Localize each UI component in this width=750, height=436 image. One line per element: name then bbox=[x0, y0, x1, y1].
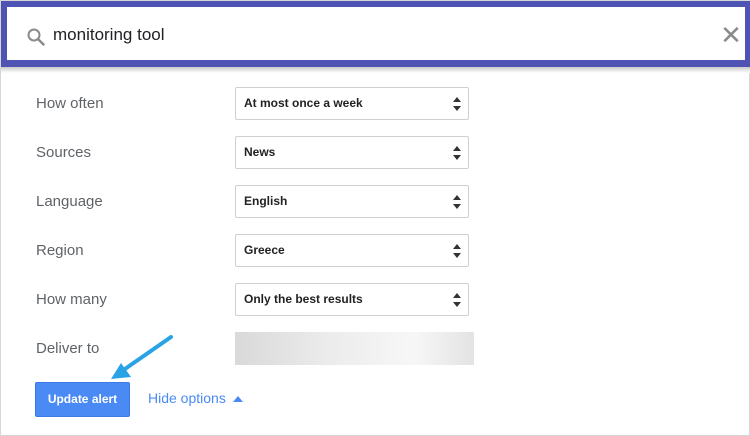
alert-options-panel: monitoring tool ✕ How often At most once… bbox=[0, 0, 750, 436]
option-label-how-many: How many bbox=[36, 291, 107, 308]
option-label-region: Region bbox=[36, 242, 84, 259]
select-arrows-icon bbox=[453, 195, 461, 209]
select-arrows-icon bbox=[453, 244, 461, 258]
caret-up-icon[interactable] bbox=[233, 396, 243, 402]
select-value: Greece bbox=[244, 243, 285, 257]
select-arrows-icon bbox=[453, 97, 461, 111]
option-label-language: Language bbox=[36, 193, 103, 210]
close-icon[interactable]: ✕ bbox=[717, 21, 745, 49]
region-select[interactable]: Greece bbox=[235, 234, 469, 267]
search-header: monitoring tool ✕ bbox=[1, 1, 750, 73]
header-shadow bbox=[1, 67, 750, 73]
select-value: Only the best results bbox=[244, 292, 363, 306]
search-input[interactable]: monitoring tool bbox=[53, 25, 165, 45]
option-label-how-often: How often bbox=[36, 95, 104, 112]
select-arrows-icon bbox=[453, 293, 461, 307]
select-value: At most once a week bbox=[244, 96, 363, 110]
pointer-arrow bbox=[111, 335, 173, 379]
option-label-deliver-to: Deliver to bbox=[36, 340, 100, 357]
sources-select[interactable]: News bbox=[235, 136, 469, 169]
how-many-select[interactable]: Only the best results bbox=[235, 283, 469, 316]
search-icon bbox=[27, 28, 45, 46]
select-arrows-icon bbox=[453, 146, 461, 160]
select-value: News bbox=[244, 145, 276, 159]
deliver-to-select[interactable] bbox=[235, 332, 474, 365]
option-label-sources: Sources bbox=[36, 144, 92, 161]
language-select[interactable]: English bbox=[235, 185, 469, 218]
hide-options-link[interactable]: Hide options bbox=[148, 390, 226, 406]
select-value: English bbox=[244, 194, 288, 208]
how-often-select[interactable]: At most once a week bbox=[235, 87, 469, 120]
